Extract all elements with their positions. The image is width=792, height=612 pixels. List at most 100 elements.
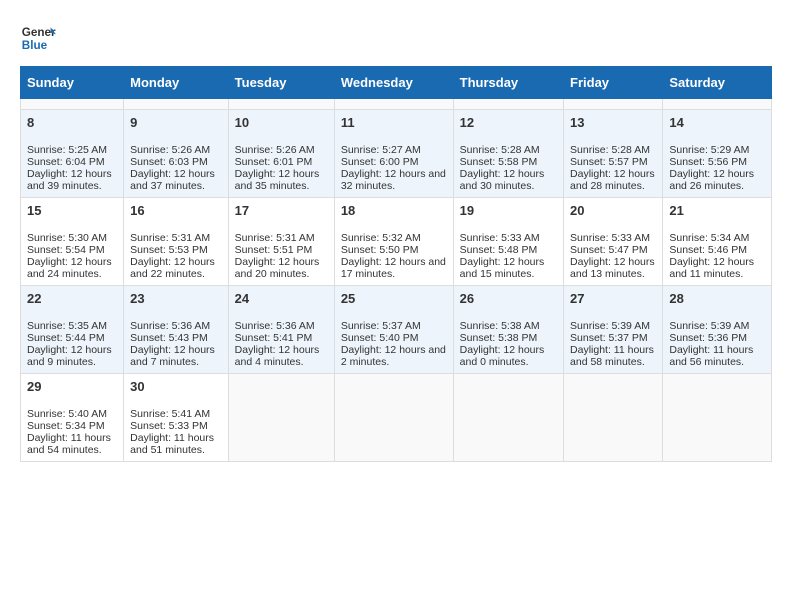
day-number: 16 [130,203,222,218]
sunset-text: Sunset: 5:58 PM [460,156,538,168]
logo: General Blue [20,20,56,56]
daylight-text: Daylight: 12 hours and 15 minutes. [460,256,545,280]
calendar-cell: 26 Sunrise: 5:38 AMSunset: 5:38 PMDayligh… [453,286,563,374]
calendar-cell: 14Sunrise: 5:29 AMSunset: 5:56 PMDayligh… [663,110,772,198]
calendar-cell [453,374,563,462]
day-number: 8 [27,115,117,130]
sunrise-text: Sunrise: 5:29 AM [669,144,749,156]
day-number: 18 [341,203,447,218]
calendar-cell [228,99,334,110]
daylight-text: Daylight: 11 hours and 58 minutes. [570,344,654,368]
day-number: 11 [341,115,447,130]
calendar-cell [334,374,453,462]
sunset-text: Sunset: 5:56 PM [669,156,747,168]
sunset-text: Sunset: 6:03 PM [130,156,208,168]
sunset-text: Sunset: 5:54 PM [27,244,105,256]
daylight-text: Daylight: 12 hours and 9 minutes. [27,344,112,368]
daylight-text: Daylight: 12 hours and 0 minutes. [460,344,545,368]
daylight-text: Daylight: 12 hours and 11 minutes. [669,256,754,280]
sunrise-text: Sunrise: 5:25 AM [27,144,107,156]
sunset-text: Sunset: 5:38 PM [460,332,538,344]
sunset-text: Sunset: 6:04 PM [27,156,105,168]
day-number: 29 [27,379,117,394]
sunrise-text: Sunrise: 5:36 AM [235,320,315,332]
day-header-tuesday: Tuesday [228,67,334,99]
page-header: General Blue [20,20,772,56]
sunset-text: Sunset: 5:44 PM [27,332,105,344]
day-number: 23 [130,291,222,306]
calendar-cell [124,99,229,110]
day-number: 21 [669,203,765,218]
sunrise-text: Sunrise: 5:28 AM [460,144,540,156]
calendar-cell: 25Sunrise: 5:37 AMSunset: 5:40 PMDayligh… [334,286,453,374]
calendar-cell [663,374,772,462]
calendar-cell: 12Sunrise: 5:28 AMSunset: 5:58 PMDayligh… [453,110,563,198]
calendar-header: SundayMondayTuesdayWednesdayThursdayFrid… [21,67,772,99]
sunrise-text: Sunrise: 5:26 AM [130,144,210,156]
sunrise-text: Sunrise: 5:38 AM [460,320,540,332]
day-number: 26 [460,291,557,306]
daylight-text: Daylight: 12 hours and 39 minutes. [27,168,112,192]
sunrise-text: Sunrise: 5:27 AM [341,144,421,156]
calendar-cell: 28Sunrise: 5:39 AMSunset: 5:36 PMDayligh… [663,286,772,374]
sunset-text: Sunset: 5:57 PM [570,156,648,168]
calendar-cell [663,99,772,110]
sunset-text: Sunset: 5:53 PM [130,244,208,256]
sunset-text: Sunset: 5:50 PM [341,244,419,256]
daylight-text: Daylight: 12 hours and 17 minutes. [341,256,446,280]
daylight-text: Daylight: 12 hours and 32 minutes. [341,168,446,192]
daylight-text: Daylight: 12 hours and 13 minutes. [570,256,655,280]
day-number: 19 [460,203,557,218]
day-number: 25 [341,291,447,306]
sunrise-text: Sunrise: 5:39 AM [669,320,749,332]
sunset-text: Sunset: 5:41 PM [235,332,313,344]
sunset-text: Sunset: 5:40 PM [341,332,419,344]
calendar-cell [564,99,663,110]
calendar-body: 8Sunrise: 5:25 AMSunset: 6:04 PMDaylight… [21,99,772,462]
day-number: 9 [130,115,222,130]
daylight-text: Daylight: 12 hours and 26 minutes. [669,168,754,192]
calendar-cell [334,99,453,110]
calendar-week-2: 8Sunrise: 5:25 AMSunset: 6:04 PMDaylight… [21,110,772,198]
daylight-text: Daylight: 12 hours and 35 minutes. [235,168,320,192]
calendar-week-1 [21,99,772,110]
calendar-cell: 16 Sunrise: 5:31 AMSunset: 5:53 PMDayligh… [124,198,229,286]
sunrise-text: Sunrise: 5:39 AM [570,320,650,332]
sunrise-text: Sunrise: 5:34 AM [669,232,749,244]
day-number: 17 [235,203,328,218]
logo-icon: General Blue [20,20,56,56]
day-number: 12 [460,115,557,130]
sunrise-text: Sunrise: 5:33 AM [570,232,650,244]
day-header-wednesday: Wednesday [334,67,453,99]
calendar-cell: 15Sunrise: 5:30 AMSunset: 5:54 PMDayligh… [21,198,124,286]
daylight-text: Daylight: 12 hours and 20 minutes. [235,256,320,280]
calendar-cell: 23Sunrise: 5:36 AMSunset: 5:43 PMDayligh… [124,286,229,374]
calendar-cell: 10Sunrise: 5:26 AMSunset: 6:01 PMDayligh… [228,110,334,198]
days-of-week-row: SundayMondayTuesdayWednesdayThursdayFrid… [21,67,772,99]
calendar-cell: 29Sunrise: 5:40 AMSunset: 5:34 PMDayligh… [21,374,124,462]
day-number: 22 [27,291,117,306]
calendar-cell: 22Sunrise: 5:35 AMSunset: 5:44 PMDayligh… [21,286,124,374]
sunrise-text: Sunrise: 5:40 AM [27,408,107,420]
daylight-text: Daylight: 12 hours and 4 minutes. [235,344,320,368]
day-number: 27 [570,291,656,306]
day-number: 30 [130,379,222,394]
day-header-saturday: Saturday [663,67,772,99]
calendar-cell: 24 Sunrise: 5:36 AMSunset: 5:41 PMDayligh… [228,286,334,374]
daylight-text: Daylight: 12 hours and 2 minutes. [341,344,446,368]
day-number: 24 [235,291,328,306]
calendar-cell: 9Sunrise: 5:26 AMSunset: 6:03 PMDaylight… [124,110,229,198]
daylight-text: Daylight: 12 hours and 22 minutes. [130,256,215,280]
sunrise-text: Sunrise: 5:36 AM [130,320,210,332]
day-header-friday: Friday [564,67,663,99]
calendar-cell: 20Sunrise: 5:33 AMSunset: 5:47 PMDayligh… [564,198,663,286]
sunrise-text: Sunrise: 5:28 AM [570,144,650,156]
sunrise-text: Sunrise: 5:31 AM [130,232,210,244]
calendar-week-5: 29Sunrise: 5:40 AMSunset: 5:34 PMDayligh… [21,374,772,462]
svg-text:Blue: Blue [22,39,48,52]
sunset-text: Sunset: 5:33 PM [130,420,208,432]
sunset-text: Sunset: 6:00 PM [341,156,419,168]
calendar-cell: 8 Sunrise: 5:25 AMSunset: 6:04 PMDaylight… [21,110,124,198]
calendar-week-3: 15Sunrise: 5:30 AMSunset: 5:54 PMDayligh… [21,198,772,286]
daylight-text: Daylight: 12 hours and 7 minutes. [130,344,215,368]
